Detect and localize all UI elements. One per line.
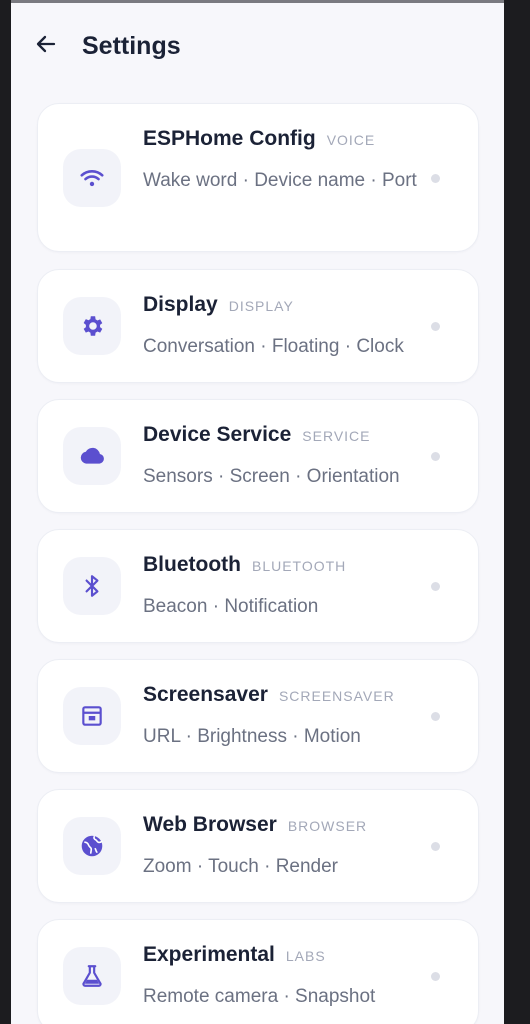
settings-card-display[interactable]: Display DISPLAY Conversation · Floating …: [37, 269, 479, 383]
wifi-icon: [80, 170, 104, 187]
status-dot: [431, 842, 440, 851]
card-subtitle: Sensors · Screen · Orientation: [143, 466, 400, 487]
icon-tile: [63, 947, 121, 1005]
settings-card-experimental[interactable]: Experimental LABS Remote camera · Snapsh…: [37, 919, 479, 1024]
card-subtitle: Remote camera · Snapshot: [143, 986, 376, 1007]
card-title: Device Service: [143, 423, 292, 446]
icon-tile: [63, 817, 121, 875]
status-dot: [431, 582, 440, 591]
card-title-row: Screensaver SCREENSAVER: [143, 683, 395, 707]
settings-card-screensaver[interactable]: Screensaver SCREENSAVER URL · Brightness…: [37, 659, 479, 773]
card-subtitle: Conversation · Floating · Clock: [143, 336, 404, 357]
card-title: ESPHome Config: [143, 127, 316, 150]
flask-icon: [82, 965, 102, 987]
card-tag: BLUETOOTH: [251, 558, 347, 574]
card-title-row: Bluetooth BLUETOOTH: [143, 553, 346, 577]
card-tag: BROWSER: [287, 818, 368, 834]
icon-tile: [63, 557, 121, 615]
card-title: Screensaver: [143, 683, 268, 706]
card-tag: SCREENSAVER: [278, 688, 395, 704]
card-title: Experimental: [143, 943, 275, 966]
icon-tile: [63, 297, 121, 355]
card-title-row: Display DISPLAY: [143, 293, 294, 317]
arrow-left-icon: [36, 35, 56, 53]
settings-card-device-service[interactable]: Device Service SERVICE Sensors · Screen …: [37, 399, 479, 513]
card-subtitle: Zoom · Touch · Render: [143, 856, 339, 877]
status-dot: [431, 174, 440, 183]
card-subtitle: URL · Brightness · Motion: [143, 726, 361, 747]
status-dot: [431, 452, 440, 461]
cloud-icon: [80, 447, 104, 464]
globe-icon: [81, 835, 103, 857]
icon-tile: [63, 427, 121, 485]
settings-card-web-browser[interactable]: Web Browser BROWSER Zoom · Touch · Rende…: [37, 789, 479, 903]
back-button[interactable]: [31, 29, 61, 59]
status-dot: [431, 712, 440, 721]
status-dot: [431, 322, 440, 331]
card-title: Web Browser: [143, 813, 277, 836]
card-title-row: Web Browser BROWSER: [143, 813, 367, 837]
card-title-row: ESPHome Config VOICE: [143, 127, 375, 151]
settings-card-esphome[interactable]: ESPHome Config VOICE Wake word · Device …: [37, 103, 479, 252]
screensaver-icon: [82, 706, 102, 726]
settings-card-bluetooth[interactable]: Bluetooth BLUETOOTH Beacon · Notificatio…: [37, 529, 479, 643]
card-subtitle: Beacon · Notification: [143, 596, 319, 617]
card-tag: VOICE: [326, 132, 376, 148]
app-bar: Settings: [11, 3, 504, 93]
card-title-row: Device Service SERVICE: [143, 423, 371, 447]
card-tag: DISPLAY: [228, 298, 294, 314]
card-subtitle: Wake word · Device name · Port: [143, 170, 417, 191]
card-tag: SERVICE: [302, 428, 371, 444]
settings-screen: Settings ESPHome Config VOICE Wake word …: [11, 0, 504, 1024]
bluetooth-icon: [85, 575, 99, 597]
icon-tile: [63, 149, 121, 207]
status-dot: [431, 972, 440, 981]
card-title: Display: [143, 293, 218, 316]
icon-tile: [63, 687, 121, 745]
card-tag: LABS: [285, 948, 326, 964]
card-title-row: Experimental LABS: [143, 943, 326, 967]
page-title: Settings: [82, 32, 181, 60]
gear-icon: [83, 316, 103, 336]
card-title: Bluetooth: [143, 553, 241, 576]
